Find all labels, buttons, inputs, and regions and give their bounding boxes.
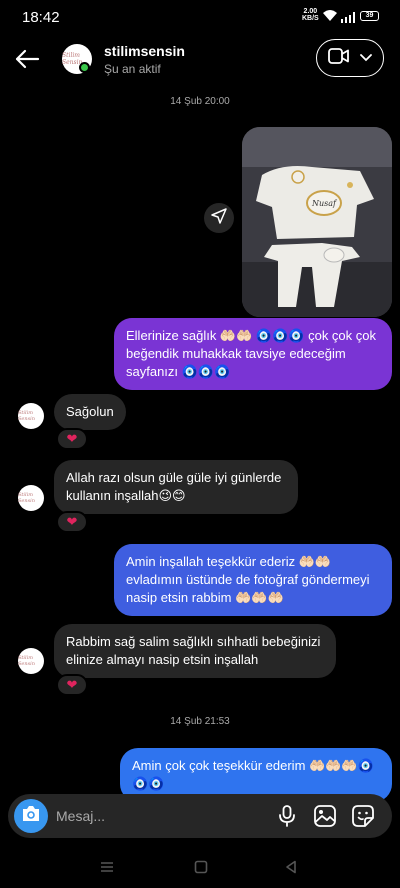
contact-status: Şu an aktif <box>104 62 161 76</box>
chat-header: Stilim Sensin stilimsensin Şu an aktif <box>0 34 400 88</box>
heart-reaction[interactable]: ❤ <box>56 511 88 533</box>
net-speed-unit: KB/S <box>302 15 319 22</box>
photo-name-text: Nusaf <box>311 199 338 208</box>
message-bubble-outgoing[interactable]: Ellerinize sağlık 🤲🏻🤲🏻 🧿🧿🧿 çok çok çok b… <box>114 318 392 390</box>
heart-icon: ❤ <box>66 514 78 529</box>
online-indicator <box>79 62 90 73</box>
contact-name[interactable]: stilimsensin <box>104 43 185 59</box>
back-nav-icon[interactable] <box>284 860 298 879</box>
heart-reaction[interactable]: ❤ <box>56 674 88 696</box>
video-call-button[interactable] <box>316 39 384 77</box>
share-button[interactable] <box>204 203 234 233</box>
message-thread[interactable]: 14 Şub 20:00 Nusaf Ellerinize sağlık 🤲🏻🤲… <box>0 88 400 802</box>
message-bubble-incoming[interactable]: Sağolun <box>54 394 126 430</box>
heart-reaction[interactable]: ❤ <box>56 428 88 450</box>
timestamp: 14 Şub 21:53 <box>170 716 230 727</box>
avatar-logo-text: Stilim Sensin <box>18 410 35 422</box>
camera-button[interactable] <box>14 799 48 833</box>
back-arrow-icon[interactable] <box>12 44 42 74</box>
wifi-icon <box>322 9 338 27</box>
photo-message[interactable]: Nusaf <box>242 127 392 317</box>
avatar-logo-text: Stilim Sensin <box>18 492 35 504</box>
message-input[interactable] <box>56 802 256 830</box>
camera-icon <box>21 805 41 827</box>
status-time: 18:42 <box>22 9 60 26</box>
video-call-icon <box>328 47 350 69</box>
gallery-icon[interactable] <box>313 804 337 828</box>
message-composer <box>8 794 392 838</box>
menu-nav-icon[interactable] <box>100 860 114 879</box>
signal-icon <box>341 10 355 28</box>
sender-avatar[interactable]: Stilim Sensin <box>18 485 44 511</box>
net-speed: 2.00 KB/S <box>302 8 319 22</box>
microphone-icon[interactable] <box>275 804 299 828</box>
share-icon <box>211 207 227 229</box>
battery-icon: 39 <box>360 11 379 21</box>
sender-avatar[interactable]: Stilim Sensin <box>18 648 44 674</box>
system-nav-bar <box>0 846 400 888</box>
heart-icon: ❤ <box>66 431 78 446</box>
sticker-icon[interactable] <box>351 804 375 828</box>
avatar-logo-text: Stilim Sensin <box>18 655 35 667</box>
home-nav-icon[interactable] <box>194 860 208 879</box>
status-bar: 18:42 2.00 KB/S 39 <box>0 0 400 34</box>
chevron-down-icon <box>360 49 372 67</box>
heart-icon: ❤ <box>66 677 78 692</box>
message-bubble-incoming[interactable]: Rabbim sağ salim sağlıklı sıhhatli bebeğ… <box>54 624 336 678</box>
net-speed-value: 2.00 <box>303 8 318 15</box>
message-bubble-incoming[interactable]: Allah razı olsun güle güle iyi günlerde … <box>54 460 298 514</box>
sender-avatar[interactable]: Stilim Sensin <box>18 403 44 429</box>
timestamp: 14 Şub 20:00 <box>170 96 230 107</box>
message-bubble-outgoing[interactable]: Amin inşallah teşekkür ederiz 🤲🏻🤲🏻 evlad… <box>114 544 392 616</box>
